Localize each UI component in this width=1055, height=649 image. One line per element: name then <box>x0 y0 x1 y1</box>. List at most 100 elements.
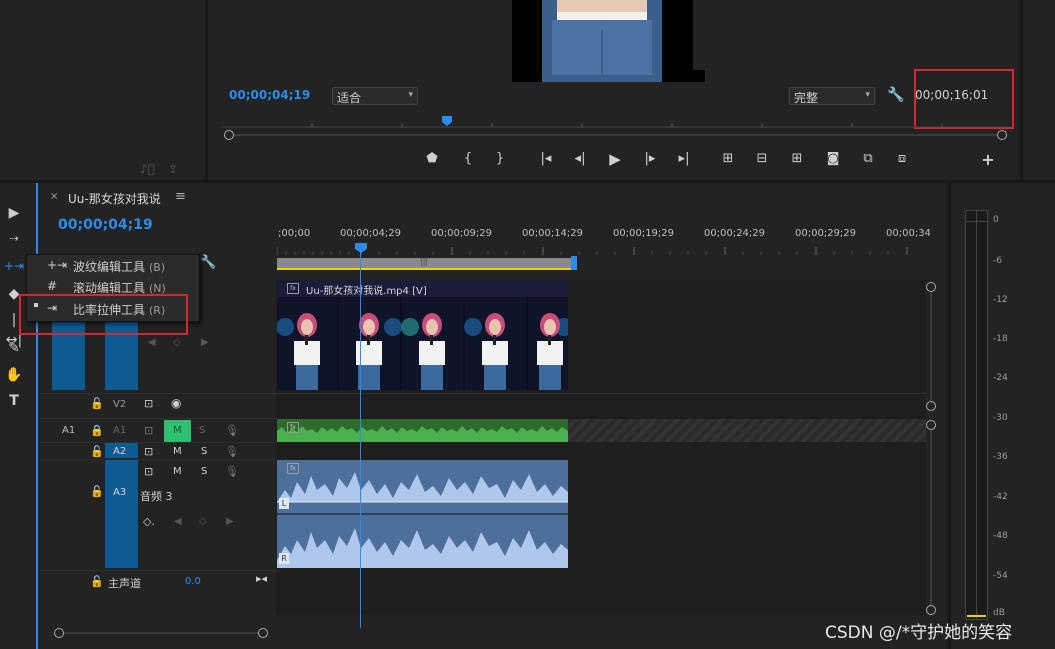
master-volume-value[interactable]: 0.0 <box>185 576 201 587</box>
a1-mute-button[interactable]: M <box>164 420 191 442</box>
a1-solo-button[interactable]: S <box>199 425 205 436</box>
keyframe-nav-prev-icon[interactable]: ◀ <box>148 337 156 348</box>
selection-tool-icon[interactable]: ▶ <box>4 203 24 223</box>
a3-mute-button[interactable]: M <box>173 466 182 477</box>
panel-divider[interactable] <box>205 0 208 180</box>
a2-track-label[interactable]: A2 <box>113 446 126 457</box>
eye-icon[interactable]: ◉ <box>171 396 181 410</box>
lock-icon[interactable]: 🔓 <box>90 485 104 498</box>
a3-solo-button[interactable]: S <box>201 466 207 477</box>
sync-lock-icon[interactable]: ⊡ <box>144 445 153 458</box>
scroll-handle-left[interactable] <box>54 628 64 638</box>
fit-dropdown[interactable]: 适合 ▾ <box>332 87 418 105</box>
timeline-settings-wrench-icon[interactable]: 🔧 <box>200 255 216 270</box>
panel-divider[interactable] <box>0 180 1055 183</box>
tab-menu-icon[interactable]: ≡ <box>175 189 186 204</box>
comparison-view-icon[interactable]: ⧉ <box>858 151 878 166</box>
video-clip[interactable]: fx Uu-那女孩对我说.mp4 [V] <box>277 280 568 390</box>
a3-track-label[interactable]: A3 <box>113 487 126 498</box>
sync-lock-icon[interactable]: ⊡ <box>144 465 153 478</box>
sync-lock-icon[interactable]: ⊡ <box>144 424 153 437</box>
mark-in-icon[interactable]: { <box>458 151 478 166</box>
mic-icon[interactable]: 🎙 <box>225 465 239 478</box>
timeline-timecode[interactable]: 00;00;04;19 <box>58 217 153 233</box>
monitor-mini-ruler[interactable] <box>222 118 1010 128</box>
scroll-handle-left[interactable] <box>224 130 234 140</box>
play-icon[interactable]: ▶ <box>605 150 625 168</box>
go-to-in-icon[interactable]: |◂ <box>536 151 556 166</box>
scroll-handle-top[interactable] <box>926 282 936 292</box>
mark-out-icon[interactable]: } <box>490 151 510 166</box>
panel-divider[interactable] <box>1020 0 1023 183</box>
close-tab-icon[interactable]: × <box>50 191 58 202</box>
fx-badge[interactable]: fx <box>287 283 299 294</box>
wrench-icon[interactable]: 🔧 <box>887 87 904 103</box>
ripple-edit-tool-icon[interactable]: +⇥ <box>4 256 24 276</box>
v2-track-label[interactable]: V2 <box>113 399 126 410</box>
go-to-end-icon[interactable]: ▸◂ <box>256 572 267 585</box>
insert-icon[interactable]: ⊞ <box>787 151 807 166</box>
scroll-handle-top[interactable] <box>926 420 936 430</box>
a1-track-label[interactable]: A1 <box>113 425 126 436</box>
add-marker-icon[interactable]: ⬟ <box>422 151 442 166</box>
lock-icon[interactable]: 🔓 <box>90 445 104 458</box>
extract-icon[interactable]: ⊟ <box>752 151 772 166</box>
sequence-tab[interactable]: Uu-那女孩对我说 <box>68 190 161 207</box>
video-track-scrollbar[interactable] <box>930 286 932 406</box>
export-icon[interactable]: ⇪ <box>168 162 178 176</box>
step-forward-icon[interactable]: |▸ <box>640 151 660 166</box>
proxy-toggle-icon[interactable]: ⧈ <box>892 151 912 166</box>
a2-solo-button[interactable]: S <box>201 446 207 457</box>
timeline-horizontal-scrollbar[interactable] <box>58 632 263 634</box>
type-tool-icon[interactable]: T <box>4 391 24 411</box>
monitor-zoom-scrollbar[interactable] <box>228 134 1003 136</box>
lock-icon[interactable]: 🔓 <box>90 397 104 410</box>
lock-icon-locked[interactable]: 🔒 <box>90 424 104 437</box>
scroll-handle-bottom[interactable] <box>926 401 936 411</box>
add-button-icon[interactable]: + <box>978 150 998 169</box>
scroll-handle-right[interactable] <box>258 628 268 638</box>
hand-tool-icon[interactable]: ✋ <box>4 365 24 385</box>
scroll-handle-bottom[interactable] <box>926 605 936 615</box>
mic-icon[interactable]: 🎙 <box>225 445 239 458</box>
lift-icon[interactable]: ⊞ <box>718 151 738 166</box>
db-label: 0 <box>993 215 999 225</box>
quality-dropdown[interactable]: 完整 ▾ <box>789 87 875 105</box>
menu-item-ripple-edit[interactable]: +⇥ 波纹编辑工具 (B) <box>27 256 199 277</box>
fx-badge[interactable]: fx <box>287 463 299 474</box>
a1-source-patch[interactable]: A1 <box>62 425 75 436</box>
video-frame-edge <box>693 70 705 82</box>
a2-mute-button[interactable]: M <box>173 446 182 457</box>
panel-divider[interactable] <box>948 183 951 649</box>
keyframe-nav-prev-icon[interactable]: ◀ <box>174 516 182 527</box>
mic-icon[interactable]: 🎙 <box>225 424 239 437</box>
volume-keyframe-icon[interactable]: ◇. <box>143 515 155 528</box>
work-area-end-handle[interactable] <box>571 256 577 270</box>
db-label: -30 <box>993 413 1008 423</box>
lock-icon[interactable]: 🔓 <box>90 575 104 588</box>
a3-track-name[interactable]: 音频 3 <box>140 488 173 504</box>
keyframe-add-icon[interactable]: ◇ <box>173 337 181 348</box>
scroll-handle-right[interactable] <box>997 130 1007 140</box>
keyframe-nav-next-icon[interactable]: ▶ <box>201 337 209 348</box>
keyframe-add-icon[interactable]: ◇ <box>199 516 207 527</box>
audio-clip-a1[interactable]: fx <box>277 419 568 442</box>
audio-clip-a3[interactable]: fx L R <box>277 460 568 568</box>
keyframe-nav-next-icon[interactable]: ▶ <box>226 516 234 527</box>
program-current-timecode[interactable]: 00;00;04;19 <box>229 88 310 102</box>
pen-tool-icon[interactable]: ✎ <box>4 338 24 358</box>
work-area-grip[interactable]: ||| <box>420 257 428 266</box>
meter-level <box>967 615 986 617</box>
timeline-ruler[interactable] <box>276 241 925 255</box>
step-back-icon[interactable]: ◂| <box>570 151 590 166</box>
fx-badge[interactable]: fx <box>287 422 299 433</box>
audio-only-icon[interactable]: ♪⃞ <box>140 162 155 176</box>
track-select-tool-icon[interactable]: ⇢ <box>4 229 24 249</box>
ruler-label: 00;00;09;29 <box>431 228 493 239</box>
a3-target[interactable] <box>105 460 138 568</box>
sync-lock-icon[interactable]: ⊡ <box>144 397 153 410</box>
ruler-label: 00;00;29;29 <box>795 228 857 239</box>
go-to-out-icon[interactable]: ▸| <box>674 151 694 166</box>
audio-track-scrollbar[interactable] <box>930 424 932 610</box>
camera-icon[interactable]: ◙ <box>823 151 843 166</box>
